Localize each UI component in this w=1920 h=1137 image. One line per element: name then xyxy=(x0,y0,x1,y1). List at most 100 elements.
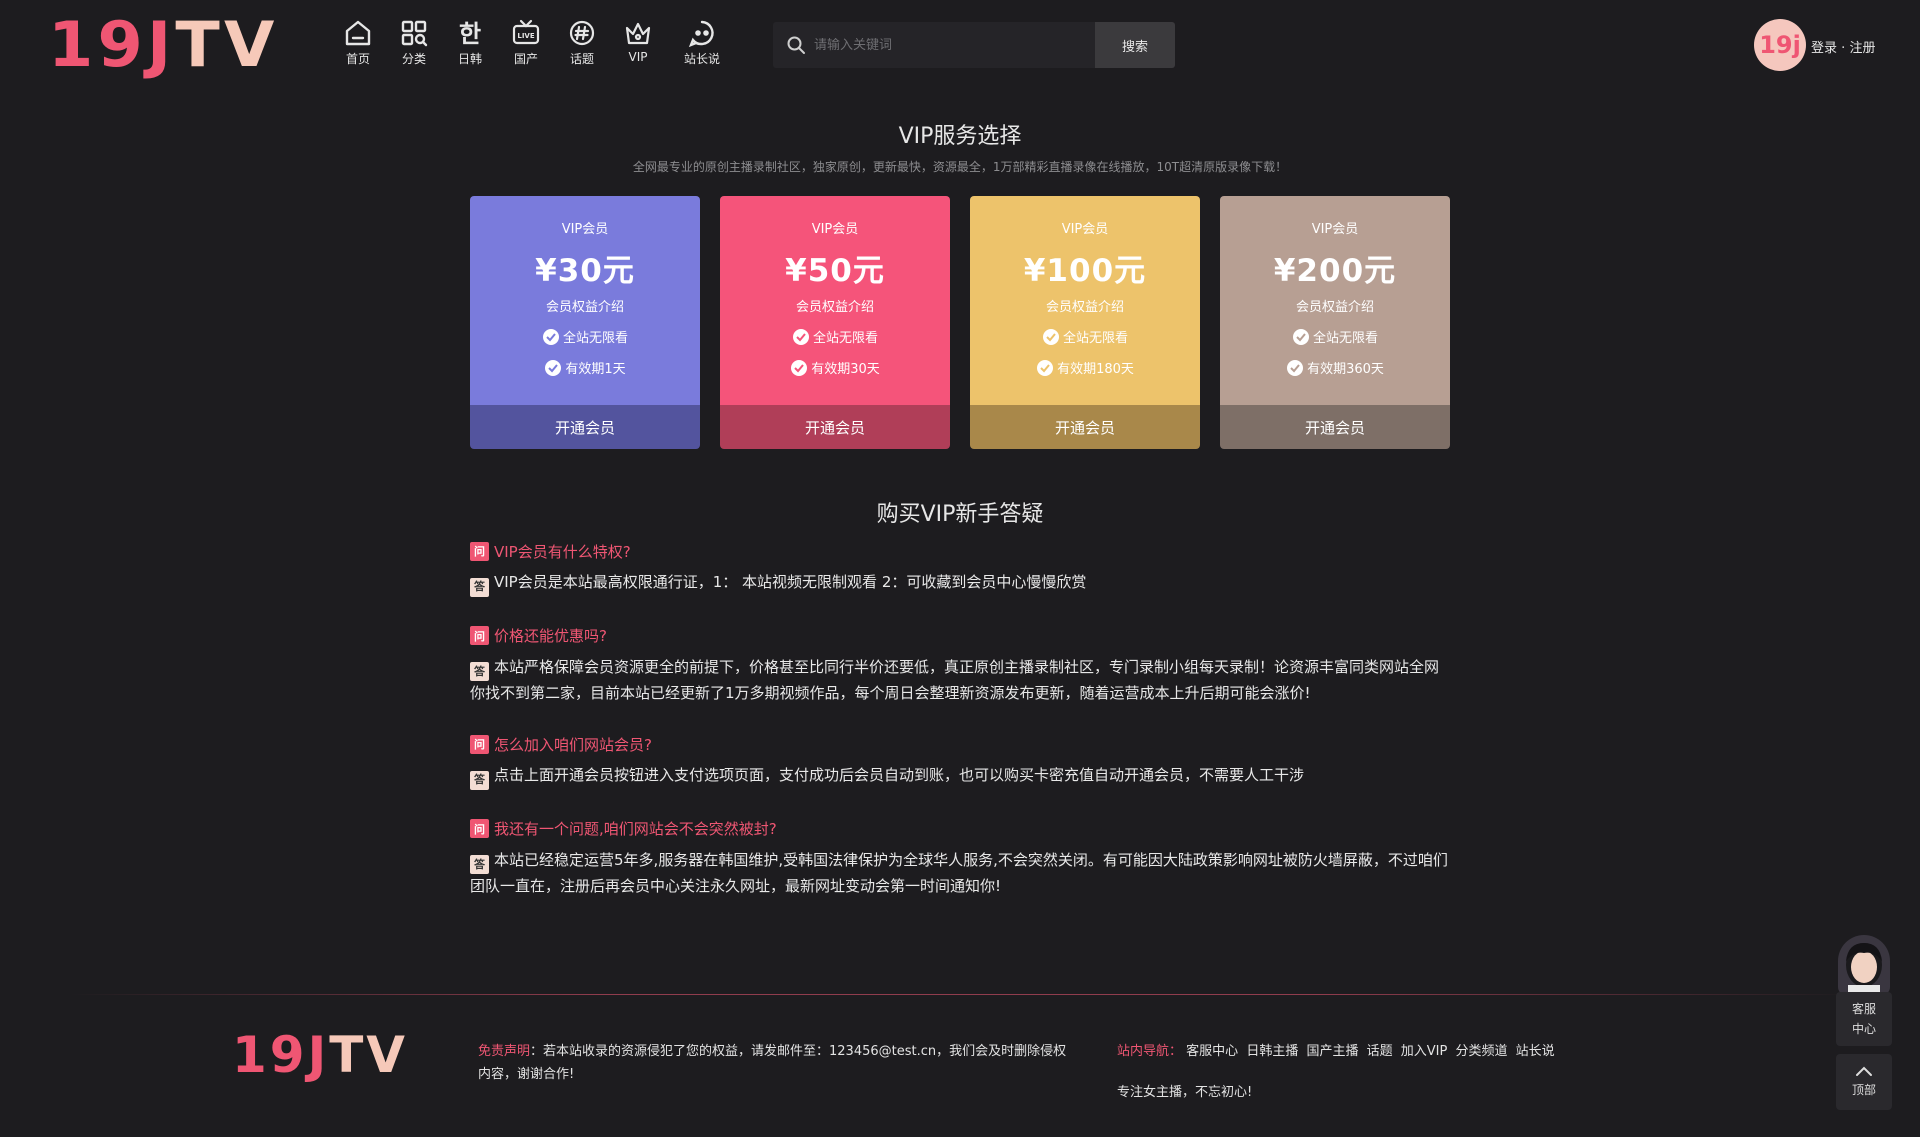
answer-text: 点击上面开通会员按钮进入支付选项页面，支付成功后会员自动到账，也可以购买卡密充值… xyxy=(494,766,1305,784)
faq-list: 问 VIP会员有什么特权? 答 VIP会员是本站最高权限通行证，1： 本站视频无限制… xyxy=(470,540,1450,926)
back-to-top-label: 顶部 xyxy=(1851,1083,1876,1097)
nav-item-home[interactable]: 首页 xyxy=(330,18,386,67)
faq-title: 购买VIP新手答疑 xyxy=(876,502,1044,527)
footer-logo[interactable]: 19JTV xyxy=(232,1028,408,1082)
footer-link-jpkr[interactable]: 日韩主播 xyxy=(1246,1044,1298,1059)
footer-link-domestic[interactable]: 国产主播 xyxy=(1306,1044,1358,1059)
search-box xyxy=(773,22,1095,68)
answer-tag-icon: 答 xyxy=(470,577,489,597)
search-button[interactable]: 搜索 xyxy=(1095,22,1175,68)
question-tag-icon: 问 xyxy=(470,734,489,754)
faq-answer: 答 VIP会员是本站最高权限通行证，1： 本站视频无限制观看 2：可收藏到会员中心… xyxy=(470,570,1450,597)
customer-service-button[interactable]: 客服 中心 xyxy=(1836,992,1892,1046)
open-membership-button[interactable]: 开通会员 xyxy=(470,405,700,449)
footer-link-webmaster[interactable]: 站长说 xyxy=(1516,1044,1555,1059)
card-benefit: 会员权益介绍 xyxy=(1295,300,1374,315)
cs-label-line1: 客服 xyxy=(1851,1002,1876,1016)
answer-tag-icon: 答 xyxy=(470,855,489,874)
search-input[interactable] xyxy=(814,37,1084,53)
grid-icon xyxy=(401,20,428,47)
main-nav: 首页 分类 한 日韩 LIVE 国产 话题 VIP 站长说 xyxy=(330,18,738,67)
card-feature: 有效期180天 xyxy=(970,358,1200,377)
answer-text: VIP会员是本站最高权限通行证，1： 本站视频无限制观看 2：可收藏到会员中心慢… xyxy=(494,573,1087,591)
logo-part-b: TV xyxy=(175,8,279,81)
feature-text: 有效期180天 xyxy=(1057,362,1134,377)
avatar[interactable]: 19j xyxy=(1754,19,1806,71)
register-link[interactable]: 注册 xyxy=(1849,41,1875,56)
feature-text: 全站无限看 xyxy=(562,331,628,346)
feature-text: 有效期360天 xyxy=(1307,362,1384,377)
footer-link-customer-service[interactable]: 客服中心 xyxy=(1186,1044,1238,1059)
vip-card-50: VIP会员 ¥50元 会员权益介绍 全站无限看 有效期30天 开通会员 xyxy=(720,196,950,449)
card-body: VIP会员 ¥50元 会员权益介绍 全站无限看 有效期30天 xyxy=(720,196,950,405)
card-benefit: 会员权益介绍 xyxy=(1045,300,1124,315)
nav-item-topic[interactable]: 话题 xyxy=(554,18,610,67)
nav-item-category[interactable]: 分类 xyxy=(386,18,442,67)
footer-link-vip[interactable]: 加入VIP xyxy=(1401,1044,1448,1059)
open-membership-button[interactable]: 开通会员 xyxy=(970,405,1200,449)
card-feature: 有效期360天 xyxy=(1220,358,1450,377)
vip-title: VIP服务选择 xyxy=(898,124,1022,149)
card-feature: 全站无限看 xyxy=(970,327,1200,346)
open-membership-button[interactable]: 开通会员 xyxy=(720,405,950,449)
card-feature: 有效期1天 xyxy=(470,358,700,377)
hashtag-icon xyxy=(569,20,595,46)
cs-label-line2: 中心 xyxy=(1851,1022,1876,1036)
card-body: VIP会员 ¥100元 会员权益介绍 全站无限看 有效期180天 xyxy=(970,196,1200,405)
customer-service-avatar-icon[interactable] xyxy=(1838,935,1890,995)
card-tier: VIP会员 xyxy=(1311,222,1359,237)
answer-tag-icon: 答 xyxy=(470,770,489,790)
vip-card-100: VIP会员 ¥100元 会员权益介绍 全站无限看 有效期180天 开通会员 xyxy=(970,196,1200,449)
faq-question: 问价格还能优惠吗? xyxy=(470,625,1450,647)
nav-label: 国产 xyxy=(513,52,538,66)
faq-answer: 答本站严格保障会员资源更全的前提下，价格甚至比同行半价还要低，真正原创主播录制社… xyxy=(470,655,1450,706)
footer-link-category[interactable]: 分类频道 xyxy=(1456,1044,1508,1059)
site-logo[interactable]: 19JTV xyxy=(48,14,279,76)
feature-text: 全站无限看 xyxy=(1312,331,1378,346)
home-icon xyxy=(345,20,371,46)
check-circle-icon xyxy=(545,359,562,376)
faq-question: 问怎么加入咱们网站会员? xyxy=(470,733,1450,755)
footer-link-topic[interactable]: 话题 xyxy=(1367,1044,1393,1059)
card-benefit: 会员权益介绍 xyxy=(545,300,624,315)
login-link[interactable]: 登录 xyxy=(1811,41,1837,56)
crown-icon xyxy=(625,22,651,45)
nav-item-webmaster[interactable]: 站长说 xyxy=(666,18,738,67)
disclaimer-text: ：若本站收录的资源侵犯了您的权益，请发邮件至：123456@test.cn，我们… xyxy=(478,1044,1067,1082)
open-membership-button[interactable]: 开通会员 xyxy=(1220,405,1450,449)
faq-item: 问价格还能优惠吗? 答本站严格保障会员资源更全的前提下，价格甚至比同行半价还要低… xyxy=(470,625,1450,706)
nav-item-vip[interactable]: VIP xyxy=(610,18,666,67)
check-circle-icon xyxy=(542,328,559,345)
answer-text: 本站严格保障会员资源更全的前提下，价格甚至比同行半价还要低，真正原创主播录制社区… xyxy=(470,657,1440,703)
nav-item-jpkr[interactable]: 한 日韩 xyxy=(442,18,498,67)
faq-question: 问我还有一个问题,咱们网站会不会突然被封? xyxy=(470,818,1450,840)
check-circle-icon xyxy=(1042,328,1059,345)
svg-text:LIVE: LIVE xyxy=(517,32,534,40)
chevron-up-icon xyxy=(1856,1066,1872,1076)
vip-card-200: VIP会员 ¥200元 会员权益介绍 全站无限看 有效期360天 开通会员 xyxy=(1220,196,1450,449)
nav-item-domestic[interactable]: LIVE 国产 xyxy=(498,18,554,67)
check-circle-icon xyxy=(1292,328,1309,345)
faq-answer: 答点击上面开通会员按钮进入支付选项页面，支付成功后会员自动到账，也可以购买卡密充… xyxy=(470,763,1450,790)
nav-label: 分类 xyxy=(401,52,426,66)
nav-label: 站长说 xyxy=(683,52,720,66)
feature-text: 有效期1天 xyxy=(565,362,626,377)
card-tier: VIP会员 xyxy=(811,222,859,237)
footer-divider xyxy=(70,994,1850,995)
question-text: 我还有一个问题,咱们网站会不会突然被封? xyxy=(494,820,777,838)
search-icon xyxy=(787,36,805,54)
card-price: ¥30元 xyxy=(535,253,635,289)
card-feature: 全站无限看 xyxy=(1220,327,1450,346)
card-body: VIP会员 ¥30元 会员权益介绍 全站无限看 有效期1天 xyxy=(470,196,700,405)
disclaimer-label: 免责声明 xyxy=(478,1044,531,1059)
card-benefit: 会员权益介绍 xyxy=(795,300,874,315)
logo-part-a: 19J xyxy=(48,8,176,81)
question-text: 价格还能优惠吗? xyxy=(494,627,607,645)
nav-label: VIP xyxy=(628,50,648,64)
question-tag-icon: 问 xyxy=(470,819,489,838)
check-circle-icon xyxy=(792,328,809,345)
feature-text: 全站无限看 xyxy=(1062,331,1128,346)
footer-disclaimer: 免责声明：若本站收录的资源侵犯了您的权益，请发邮件至：123456@test.c… xyxy=(478,1040,1068,1086)
card-feature: 全站无限看 xyxy=(720,327,950,346)
back-to-top-button[interactable]: 顶部 xyxy=(1836,1054,1892,1110)
